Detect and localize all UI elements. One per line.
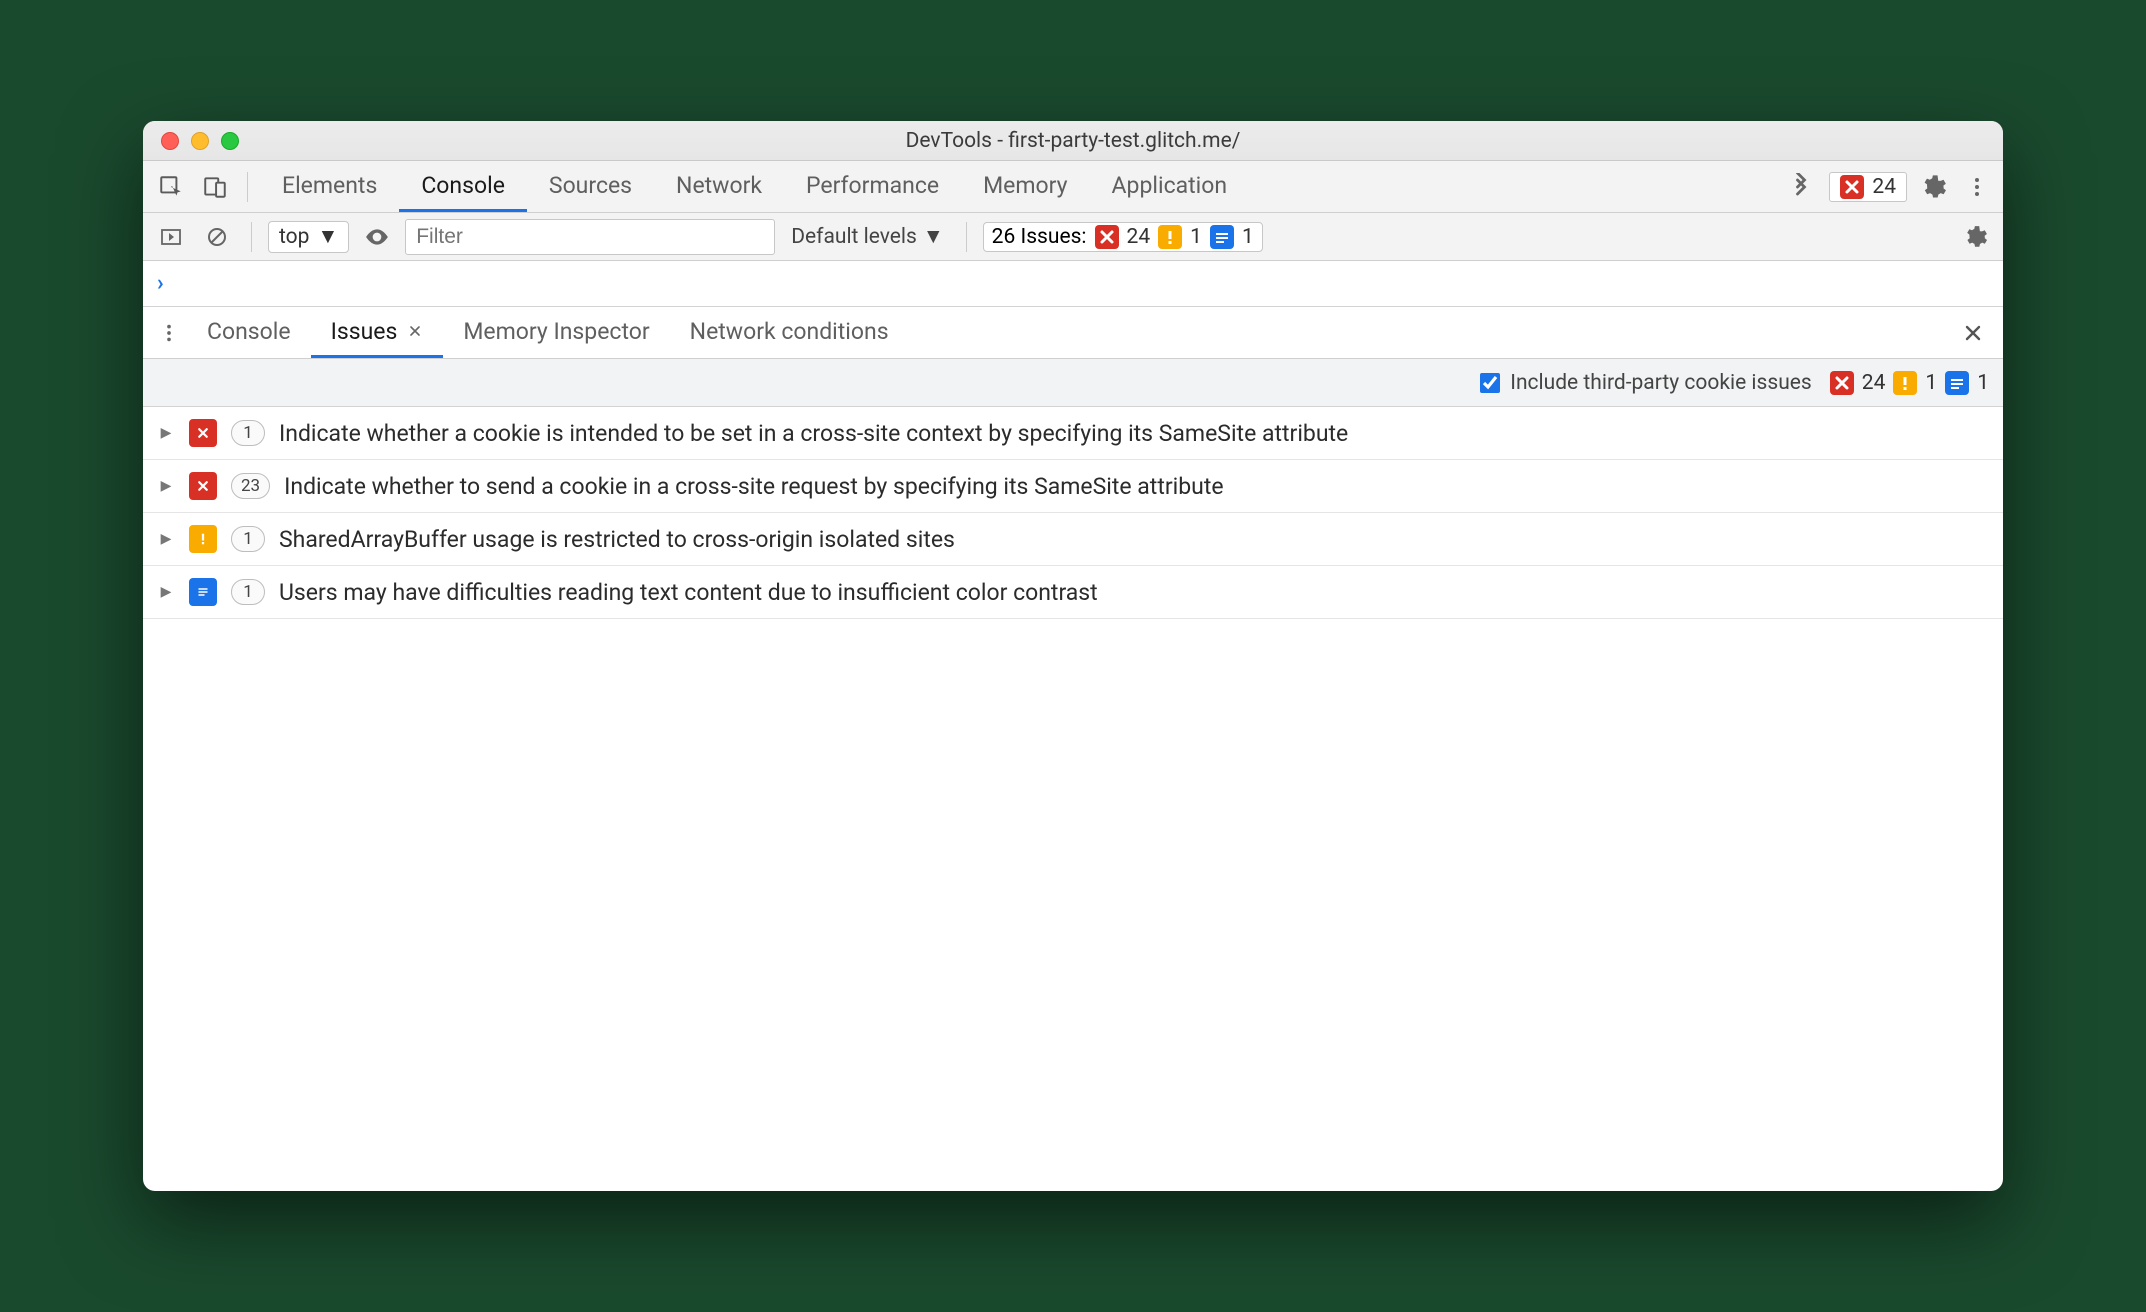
separator xyxy=(247,172,248,202)
errors-count: 24 xyxy=(1872,175,1896,199)
inspect-element-icon[interactable] xyxy=(153,169,189,205)
tab-elements[interactable]: Elements xyxy=(260,161,399,212)
issue-count-badge: 23 xyxy=(231,473,270,499)
tab-application[interactable]: Application xyxy=(1090,161,1250,212)
error-icon xyxy=(189,419,217,447)
issue-title: SharedArrayBuffer usage is restricted to… xyxy=(279,526,955,553)
toggle-sidebar-icon[interactable] xyxy=(153,219,189,255)
drawer-tab-strip: Console Issues Memory Inspector Network con… xyxy=(143,307,2003,359)
separator xyxy=(966,222,967,252)
error-icon xyxy=(1830,371,1854,395)
expand-triangle-icon[interactable]: ▶ xyxy=(157,425,175,441)
live-expression-eye-icon[interactable] xyxy=(359,219,395,255)
drawer-tab-label: Memory Inspector xyxy=(463,318,649,345)
issue-title: Indicate whether a cookie is intended to… xyxy=(279,420,1348,447)
drawer-tab-label: Network conditions xyxy=(690,318,889,345)
issues-toolbar: Include third-party cookie issues 24 1 1 xyxy=(143,359,2003,407)
drawer-tab-console[interactable]: Console xyxy=(187,307,311,358)
issue-row[interactable]: ▶ 1 SharedArrayBuffer usage is restricted … xyxy=(143,513,2003,566)
warning-icon xyxy=(1158,225,1182,249)
issues-info-count: 1 xyxy=(1242,225,1254,249)
checkbox-label: Include third-party cookie issues xyxy=(1510,371,1812,395)
console-prompt-icon[interactable]: › xyxy=(157,271,164,296)
expand-triangle-icon[interactable]: ▶ xyxy=(157,584,175,600)
issue-title: Users may have difficulties reading text… xyxy=(279,579,1098,606)
issue-row[interactable]: ▶ 1 Users may have difficulties reading te… xyxy=(143,566,2003,619)
summary-warn-count: 1 xyxy=(1925,371,1937,395)
drawer-tab-label: Issues xyxy=(331,318,398,345)
drawer-tab-issues[interactable]: Issues xyxy=(311,307,444,358)
dropdown-caret-icon: ▼ xyxy=(923,225,944,249)
tab-performance[interactable]: Performance xyxy=(784,161,961,212)
levels-label: Default levels xyxy=(791,225,917,249)
clear-console-icon[interactable] xyxy=(199,219,235,255)
summary-err-count: 24 xyxy=(1862,371,1886,395)
issue-row[interactable]: ▶ 23 Indicate whether to send a cookie in … xyxy=(143,460,2003,513)
close-tab-icon[interactable] xyxy=(407,323,423,339)
error-icon xyxy=(189,472,217,500)
info-icon xyxy=(189,578,217,606)
info-icon xyxy=(1210,225,1234,249)
issues-kind-summary: 24 1 1 xyxy=(1830,371,1989,395)
checkbox-icon[interactable] xyxy=(1480,373,1500,393)
include-third-party-checkbox[interactable]: Include third-party cookie issues xyxy=(1480,371,1812,395)
expand-triangle-icon[interactable]: ▶ xyxy=(157,478,175,494)
issues-warn-count: 1 xyxy=(1190,225,1202,249)
context-label: top xyxy=(279,225,309,249)
error-icon xyxy=(1095,225,1119,249)
console-messages: › xyxy=(143,261,2003,307)
titlebar: DevTools - first-party-test.glitch.me/ xyxy=(143,121,2003,161)
issues-err-count: 24 xyxy=(1127,225,1151,249)
drawer-tab-label: Console xyxy=(207,318,291,345)
context-selector[interactable]: top ▼ xyxy=(268,221,349,253)
close-drawer-icon[interactable] xyxy=(1951,307,1995,358)
issue-count-badge: 1 xyxy=(231,526,265,552)
tab-network[interactable]: Network xyxy=(654,161,784,212)
main-tab-strip: ElementsConsoleSourcesNetworkPerformance… xyxy=(143,161,2003,213)
tab-sources[interactable]: Sources xyxy=(527,161,654,212)
tab-console[interactable]: Console xyxy=(399,161,527,212)
warning-icon xyxy=(1893,371,1917,395)
tab-memory[interactable]: Memory xyxy=(961,161,1089,212)
issue-row[interactable]: ▶ 1 Indicate whether a cookie is intended … xyxy=(143,407,2003,460)
warning-icon xyxy=(189,525,217,553)
device-toolbar-icon[interactable] xyxy=(197,169,233,205)
filter-input[interactable] xyxy=(405,219,775,255)
log-levels-selector[interactable]: Default levels ▼ xyxy=(785,225,949,249)
issue-list: ▶ 1 Indicate whether a cookie is intended … xyxy=(143,407,2003,619)
issue-count-badge: 1 xyxy=(231,420,265,446)
expand-triangle-icon[interactable]: ▶ xyxy=(157,531,175,547)
drawer-more-icon[interactable] xyxy=(151,315,187,351)
info-icon xyxy=(1945,371,1969,395)
error-icon xyxy=(1840,175,1864,199)
issues-summary-button[interactable]: 26 Issues: 24 1 1 xyxy=(983,222,1263,252)
console-toolbar: top ▼ Default levels ▼ 26 Issues: 24 1 1 xyxy=(143,213,2003,261)
settings-gear-icon[interactable] xyxy=(1915,169,1951,205)
summary-info-count: 1 xyxy=(1977,371,1989,395)
dropdown-caret-icon: ▼ xyxy=(317,225,338,249)
window-title: DevTools - first-party-test.glitch.me/ xyxy=(143,129,2003,153)
drawer-tab-memory-inspector[interactable]: Memory Inspector xyxy=(443,307,669,358)
issues-label: 26 Issues: xyxy=(992,225,1087,249)
devtools-window: DevTools - first-party-test.glitch.me/ E… xyxy=(143,121,2003,1191)
more-menu-icon[interactable] xyxy=(1959,169,1995,205)
errors-badge[interactable]: 24 xyxy=(1829,172,1907,202)
drawer-tab-network-conditions[interactable]: Network conditions xyxy=(670,307,909,358)
issue-title: Indicate whether to send a cookie in a c… xyxy=(284,473,1223,500)
separator xyxy=(251,222,252,252)
console-settings-gear-icon[interactable] xyxy=(1957,219,1993,255)
issue-count-badge: 1 xyxy=(231,579,265,605)
overflow-tabs-icon[interactable] xyxy=(1773,161,1829,212)
